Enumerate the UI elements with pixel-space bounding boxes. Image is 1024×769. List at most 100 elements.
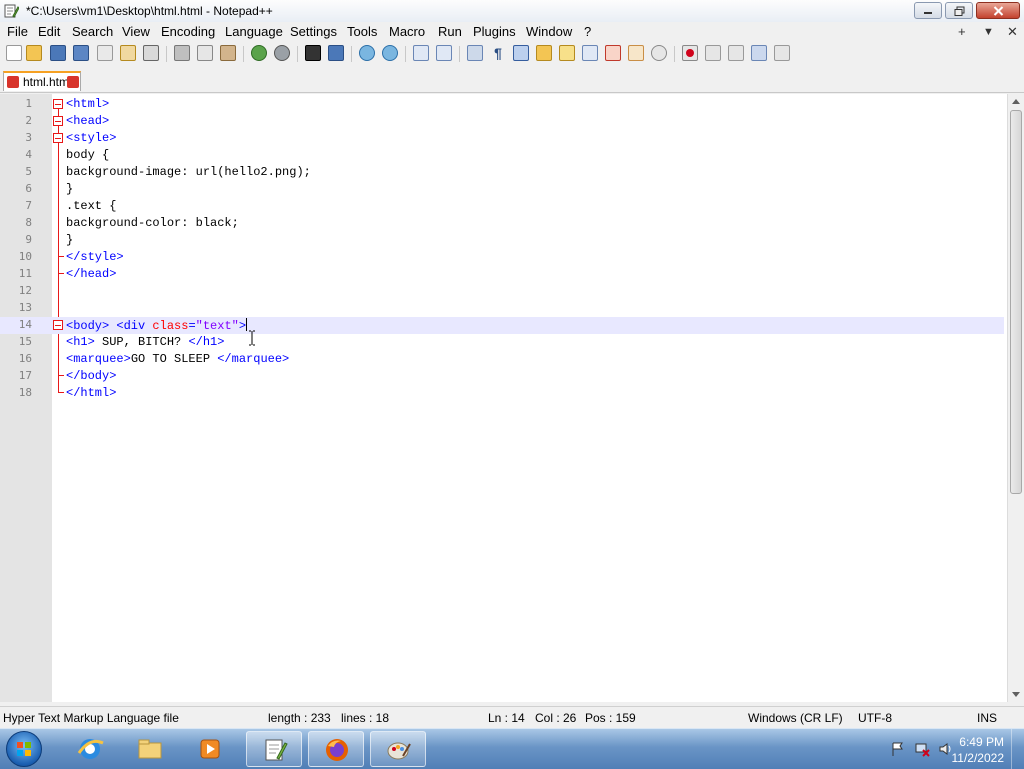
title-bar[interactable]: *C:\Users\vm1\Desktop\html.html - Notepa… bbox=[0, 0, 1024, 23]
code-text: background-image: url(hello2.png); bbox=[66, 165, 311, 179]
code-text: <body> <div class="text"> bbox=[66, 318, 248, 333]
status-length: length : 233 bbox=[268, 711, 331, 725]
fold-toggle-icon[interactable] bbox=[53, 116, 63, 126]
menu-file[interactable]: File bbox=[7, 24, 28, 39]
menu-view[interactable]: View bbox=[122, 24, 150, 39]
status-eol[interactable]: Windows (CR LF) bbox=[748, 711, 843, 725]
line-number: 18 bbox=[18, 386, 32, 399]
close-document-button[interactable]: ✕ bbox=[1007, 24, 1018, 40]
code-text: </body> bbox=[66, 369, 117, 383]
replace-icon[interactable] bbox=[328, 45, 344, 61]
menu-tools[interactable]: Tools bbox=[347, 24, 377, 39]
play-macro-icon[interactable] bbox=[728, 45, 744, 61]
line-number: 3 bbox=[25, 131, 32, 144]
taskbar-firefox[interactable] bbox=[308, 731, 364, 767]
save-icon[interactable] bbox=[50, 45, 66, 61]
status-column: Col : 26 bbox=[535, 711, 577, 725]
code-line: 12 bbox=[0, 283, 1004, 300]
menu-window[interactable]: Window bbox=[526, 24, 572, 39]
tab-list-button[interactable]: ▼ bbox=[983, 26, 994, 38]
taskbar-media-player[interactable] bbox=[182, 731, 238, 767]
function-list-icon[interactable] bbox=[605, 45, 621, 61]
line-number: 4 bbox=[25, 148, 32, 161]
editor-area[interactable]: 1 <html> 2 <head> 3 <style> 4 body { 5 b… bbox=[0, 94, 1024, 702]
line-number: 11 bbox=[18, 267, 32, 280]
code-line: 11 </head> bbox=[0, 266, 1004, 283]
record-macro-icon[interactable] bbox=[682, 45, 698, 61]
taskbar: 6:49 PM 11/2/2022 bbox=[0, 728, 1024, 769]
code-text: </style> bbox=[66, 250, 124, 264]
minimize-button[interactable] bbox=[914, 2, 942, 19]
indent-guide-icon[interactable] bbox=[513, 45, 529, 61]
folder-workspace-icon[interactable] bbox=[628, 45, 644, 61]
menu-plugins[interactable]: Plugins bbox=[473, 24, 516, 39]
taskbar-notepadpp[interactable] bbox=[246, 731, 302, 767]
close-button[interactable] bbox=[976, 2, 1020, 19]
menu-macro[interactable]: Macro bbox=[389, 24, 425, 39]
sync-vertical-icon[interactable] bbox=[413, 45, 429, 61]
user-language-icon[interactable] bbox=[536, 45, 552, 61]
scroll-up-icon[interactable] bbox=[1012, 99, 1020, 104]
run-macro-multiple-icon[interactable] bbox=[751, 45, 767, 61]
new-tab-button[interactable]: + bbox=[958, 24, 966, 39]
show-desktop-button[interactable] bbox=[1011, 729, 1024, 769]
sync-horizontal-icon[interactable] bbox=[436, 45, 452, 61]
fold-toggle-icon[interactable] bbox=[53, 99, 63, 109]
code-line: 7 .text { bbox=[0, 198, 1004, 215]
document-map-icon[interactable] bbox=[559, 45, 575, 61]
menu-language[interactable]: Language bbox=[225, 24, 283, 39]
code-line: 5 background-image: url(hello2.png); bbox=[0, 164, 1004, 181]
line-number: 16 bbox=[18, 352, 32, 365]
fold-toggle-icon[interactable] bbox=[53, 133, 63, 143]
new-file-icon[interactable] bbox=[6, 45, 22, 61]
menu-edit[interactable]: Edit bbox=[38, 24, 60, 39]
menu-run[interactable]: Run bbox=[438, 24, 462, 39]
show-all-characters-icon[interactable]: ¶ bbox=[490, 45, 506, 61]
monitoring-icon[interactable] bbox=[651, 45, 667, 61]
fold-toggle-icon[interactable] bbox=[53, 320, 63, 330]
scrollbar-thumb[interactable] bbox=[1010, 110, 1022, 494]
tab-html-html[interactable]: html.html bbox=[3, 71, 81, 91]
print-icon[interactable] bbox=[143, 45, 159, 61]
menu-search[interactable]: Search bbox=[72, 24, 113, 39]
notepadpp-app-icon bbox=[4, 4, 19, 18]
scroll-down-icon[interactable] bbox=[1012, 692, 1020, 697]
save-macro-icon[interactable] bbox=[774, 45, 790, 61]
menu-encoding[interactable]: Encoding bbox=[161, 24, 215, 39]
menu-settings[interactable]: Settings bbox=[290, 24, 337, 39]
code-text: <style> bbox=[66, 131, 117, 145]
clock[interactable]: 6:49 PM 11/2/2022 bbox=[952, 734, 1005, 766]
vertical-scrollbar[interactable] bbox=[1007, 94, 1024, 702]
undo-icon[interactable] bbox=[251, 45, 267, 61]
taskbar-file-explorer[interactable] bbox=[122, 731, 178, 767]
taskbar-paint[interactable] bbox=[370, 731, 426, 767]
status-encoding[interactable]: UTF-8 bbox=[858, 711, 892, 725]
copy-icon[interactable] bbox=[197, 45, 213, 61]
word-wrap-icon[interactable] bbox=[467, 45, 483, 61]
zoom-in-icon[interactable] bbox=[359, 45, 375, 61]
stop-macro-icon[interactable] bbox=[705, 45, 721, 61]
code-text: .text { bbox=[66, 199, 117, 213]
firefox-icon bbox=[326, 739, 348, 761]
document-list-icon[interactable] bbox=[582, 45, 598, 61]
find-icon[interactable] bbox=[305, 45, 321, 61]
start-button[interactable] bbox=[6, 731, 42, 767]
code-text: </head> bbox=[66, 267, 117, 281]
zoom-out-icon[interactable] bbox=[382, 45, 398, 61]
paste-icon[interactable] bbox=[220, 45, 236, 61]
open-file-icon[interactable] bbox=[26, 45, 42, 61]
network-disconnected-icon[interactable] bbox=[914, 741, 930, 757]
tab-close-icon[interactable] bbox=[67, 76, 79, 88]
close-all-icon[interactable] bbox=[120, 45, 136, 61]
line-number: 8 bbox=[25, 216, 32, 229]
action-center-flag-icon[interactable] bbox=[890, 741, 906, 757]
close-file-icon[interactable] bbox=[97, 45, 113, 61]
code-line: 13 bbox=[0, 300, 1004, 317]
cut-icon[interactable] bbox=[174, 45, 190, 61]
restore-button[interactable] bbox=[945, 2, 973, 19]
save-all-icon[interactable] bbox=[73, 45, 89, 61]
taskbar-internet-explorer[interactable] bbox=[62, 731, 118, 767]
code-line: 17 </body> bbox=[0, 368, 1004, 385]
menu-help[interactable]: ? bbox=[584, 24, 591, 39]
redo-icon[interactable] bbox=[274, 45, 290, 61]
